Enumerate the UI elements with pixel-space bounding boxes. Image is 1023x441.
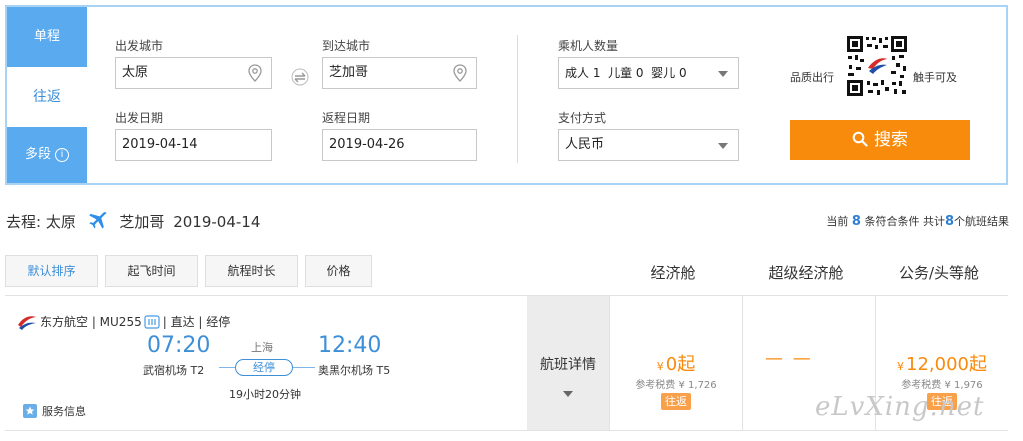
tab-one-way[interactable]: 单程: [7, 7, 87, 67]
flight-details-button[interactable]: 航班详情: [527, 296, 609, 430]
china-eastern-logo-icon: [18, 315, 36, 330]
depart-date-label: 出发日期: [115, 111, 164, 125]
result-count-text-1: 当前: [826, 215, 849, 228]
from-city-label: 出发城市: [115, 39, 164, 53]
route-summary: 去程: 太原 芝加哥 2019-04-14: [6, 211, 260, 232]
passenger-count-value: 成人 1 儿童 0 婴儿 0: [565, 66, 687, 80]
form-divider: [517, 35, 518, 163]
qr-code-icon[interactable]: [846, 35, 908, 97]
star-badge-icon: [23, 404, 37, 418]
depart-date-input[interactable]: 2019-04-14: [115, 129, 272, 161]
promo-left-text: 品质出行: [790, 71, 834, 84]
sort-default-button[interactable]: 默认排序: [5, 255, 98, 287]
airline-info: 东方航空 | MU255 | 直达 | 经停: [17, 313, 230, 330]
to-city-value: 芝加哥: [329, 65, 369, 80]
result-count-text-3: 个航班结果: [954, 215, 1009, 228]
return-date-input[interactable]: 2019-04-26: [322, 129, 477, 161]
flight-duration: 19小时20分钟: [229, 388, 301, 401]
info-icon[interactable]: i: [55, 147, 69, 162]
swap-cities-icon[interactable]: [290, 67, 310, 87]
departure-time: 07:20: [147, 333, 211, 358]
cabin-economy-header: 经济舱: [650, 264, 696, 282]
route-from: 太原: [45, 213, 76, 231]
economy-price-value: 0起: [665, 354, 696, 375]
business-price-value: 12,000起: [906, 354, 987, 375]
location-pin-icon: [248, 64, 262, 82]
passenger-count-select[interactable]: 成人 1 儿童 0 婴儿 0: [558, 57, 739, 89]
from-city-input[interactable]: 太原: [115, 57, 272, 89]
economy-price[interactable]: ¥0起: [610, 350, 742, 376]
payment-method-value: 人民币: [565, 137, 605, 152]
location-pin-icon: [453, 64, 467, 82]
route-prefix: 去程:: [6, 213, 42, 231]
to-city-label: 到达城市: [322, 39, 371, 53]
departure-airport: 武宿机场 T2: [143, 364, 205, 377]
arrival-time: 12:40: [318, 333, 382, 358]
flight-flags: | 直达 | 经停: [162, 315, 231, 329]
economy-tax: 参考税费 ¥ 1,726: [635, 380, 717, 391]
route-to: 芝加哥: [119, 213, 165, 231]
column-divider: [742, 296, 743, 430]
meal-icon: [144, 314, 160, 329]
from-city-value: 太原: [122, 65, 149, 80]
economy-round-trip-badge: 往返: [661, 393, 691, 410]
stop-city: 上海: [251, 341, 273, 354]
result-count: 当前 8 条符合条件 共计8个航班结果: [826, 213, 1009, 229]
to-city-input[interactable]: 芝加哥: [322, 57, 477, 89]
promo-right-text: 触手可及: [913, 71, 957, 84]
flight-details-label: 航班详情: [540, 357, 596, 373]
tab-multi-segment-label: 多段: [24, 147, 51, 162]
watermark: eLvXing.net: [815, 392, 985, 422]
chevron-down-icon: [718, 71, 728, 77]
return-date-value: 2019-04-26: [329, 137, 405, 152]
matching-count: 8: [851, 214, 861, 229]
arrival-airport: 奥黑尔机场 T5: [318, 364, 391, 377]
stopover-badge[interactable]: 经停: [235, 359, 293, 376]
sort-price-button[interactable]: 价格: [305, 255, 372, 287]
service-info-link[interactable]: 服务信息: [23, 403, 86, 419]
chevron-down-icon: [563, 391, 573, 397]
return-date-label: 返程日期: [322, 111, 371, 125]
cabin-super-economy-header: 超级经济舱: [768, 264, 844, 282]
tab-round-trip[interactable]: 往返: [7, 67, 87, 127]
passenger-count-label: 乘机人数量: [558, 39, 619, 53]
chevron-down-icon: [718, 143, 728, 149]
cabin-business-header: 公务/头等舱: [898, 264, 980, 282]
business-price[interactable]: ¥12,000起: [876, 350, 1008, 376]
currency-symbol: ¥: [656, 360, 664, 373]
search-button[interactable]: 搜索: [790, 120, 970, 160]
search-icon: [852, 131, 868, 147]
route-date: 2019-04-14: [173, 213, 261, 231]
airplane-icon: [88, 211, 107, 229]
result-count-text-2: 条符合条件 共计: [864, 215, 945, 228]
tab-multi-segment[interactable]: 多段 i: [7, 127, 87, 183]
airline-name: 东方航空 | MU255: [40, 315, 142, 329]
trip-type-tabs: 单程 往返 多段 i: [7, 7, 87, 183]
depart-date-value: 2019-04-14: [122, 137, 198, 152]
search-button-label: 搜索: [874, 130, 908, 150]
payment-method-select[interactable]: 人民币: [558, 129, 739, 161]
sort-departure-time-button[interactable]: 起飞时间: [105, 255, 198, 287]
sort-duration-button[interactable]: 航程时长: [205, 255, 298, 287]
business-tax: 参考税费 ¥ 1,976: [901, 380, 983, 391]
payment-method-label: 支付方式: [558, 111, 607, 125]
search-panel: 单程 往返 多段 i 出发城市 太原 到达城市 芝加哥 出发日期 2019-04-…: [5, 5, 1008, 185]
total-count: 8: [944, 214, 954, 229]
super-economy-unavailable: — —: [765, 348, 813, 369]
currency-symbol: ¥: [897, 360, 904, 373]
service-info-label: 服务信息: [42, 405, 86, 418]
